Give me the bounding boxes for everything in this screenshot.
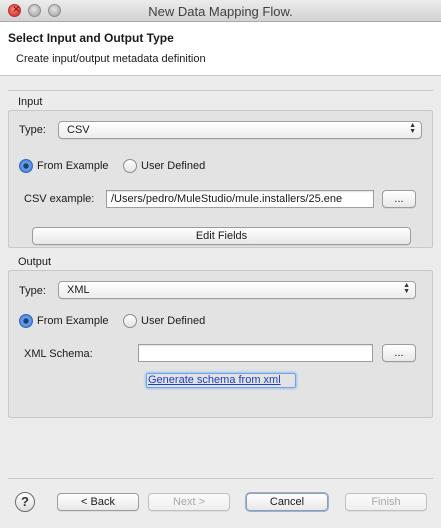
page-title: Select Input and Output Type — [8, 31, 174, 45]
output-user-defined-label[interactable]: User Defined — [141, 315, 205, 327]
help-icon[interactable]: ? — [15, 492, 35, 512]
output-from-example-label[interactable]: From Example — [37, 315, 109, 327]
back-button[interactable]: < Back — [57, 493, 139, 511]
xml-schema-label: XML Schema: — [24, 348, 93, 360]
input-type-label: Type: — [19, 124, 46, 136]
header-divider — [8, 90, 433, 91]
csv-example-label: CSV example: — [24, 193, 95, 205]
output-group-label: Output — [18, 256, 52, 268]
input-type-value: CSV — [67, 124, 90, 136]
input-group-label: Input — [18, 96, 43, 108]
output-type-value: XML — [67, 284, 90, 296]
output-from-example-radio[interactable] — [19, 314, 33, 328]
finish-button[interactable]: Finish — [345, 493, 427, 511]
input-user-defined-radio[interactable] — [123, 159, 137, 173]
output-user-defined-radio[interactable] — [123, 314, 137, 328]
output-type-select[interactable]: XML ▲ ▼ — [58, 281, 416, 299]
edit-fields-button[interactable]: Edit Fields — [32, 227, 411, 245]
input-from-example-label[interactable]: From Example — [37, 160, 109, 172]
csv-browse-button[interactable]: ... — [382, 190, 416, 208]
page-description: Create input/output metadata definition — [16, 53, 206, 65]
input-from-example-radio[interactable] — [19, 159, 33, 173]
up-down-arrows-icon: ▲ ▼ — [409, 122, 416, 135]
output-type-label: Type: — [19, 285, 46, 297]
generate-schema-link[interactable]: Generate schema from xml — [148, 374, 281, 386]
cancel-button[interactable]: Cancel — [246, 493, 328, 511]
window-title: New Data Mapping Flow. — [148, 4, 293, 19]
footer-divider — [8, 478, 433, 479]
xml-browse-button[interactable]: ... — [382, 344, 416, 362]
csv-example-input[interactable]: /Users/pedro/MuleStudio/mule.installers/… — [106, 190, 374, 208]
input-type-select[interactable]: CSV ▲ ▼ — [58, 121, 422, 139]
next-button[interactable]: Next > — [148, 493, 230, 511]
up-down-arrows-icon: ▲ ▼ — [403, 282, 410, 295]
xml-schema-input[interactable] — [138, 344, 373, 362]
input-user-defined-label[interactable]: User Defined — [141, 160, 205, 172]
wizard-header: Select Input and Output Type Create inpu… — [0, 22, 441, 76]
window-titlebar: × New Data Mapping Flow. — [0, 0, 441, 22]
